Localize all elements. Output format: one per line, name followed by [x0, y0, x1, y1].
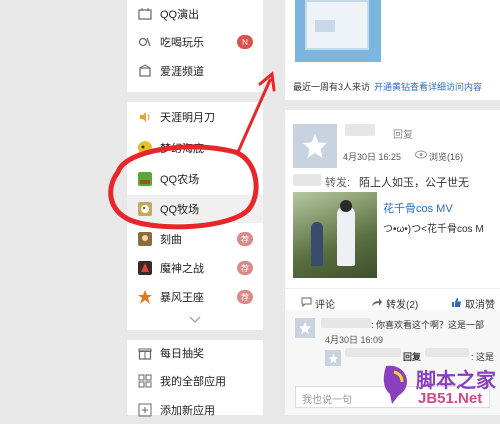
watermark: 脚本之家 JB51.Net	[376, 352, 500, 412]
watermark-url: JB51.Net	[418, 390, 483, 407]
annotation-circle	[108, 144, 259, 230]
annotation-arrow	[236, 78, 272, 154]
watermark-title: 脚本之家	[416, 368, 496, 392]
watermark-logo	[383, 365, 407, 404]
